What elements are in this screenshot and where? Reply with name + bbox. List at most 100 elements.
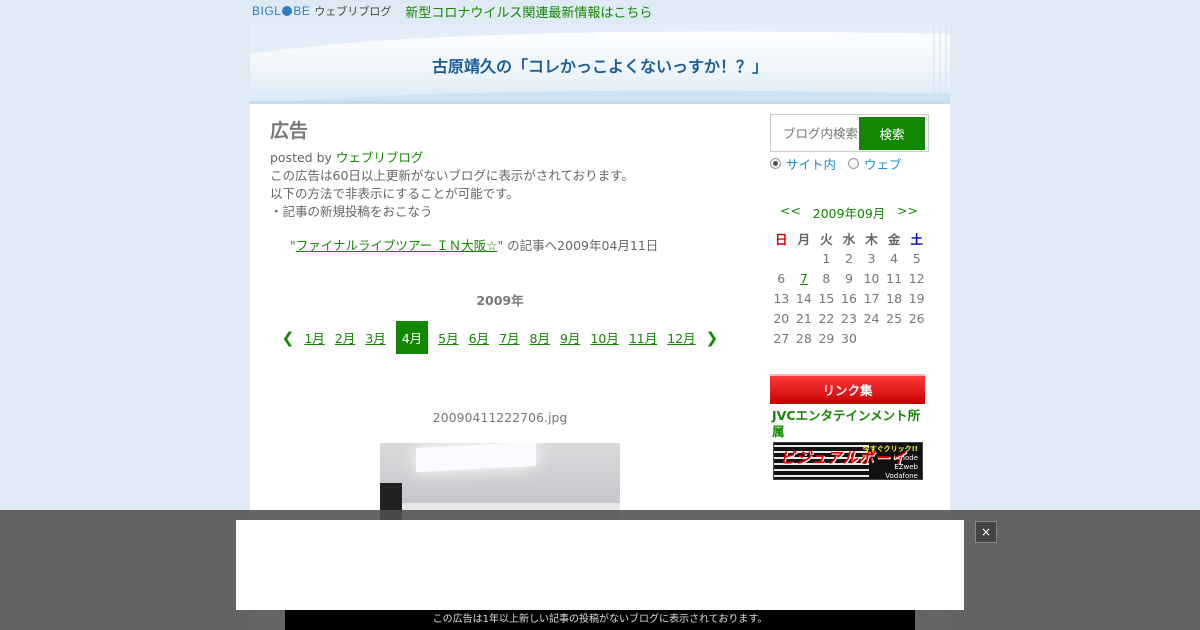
calendar-day: 9 [844, 270, 853, 286]
calendar-day: 12 [908, 270, 925, 286]
calendar-day: 1 [822, 250, 831, 266]
visual-boy-banner[interactable]: ビジュアルボーイ 今すぐクリック!! i-mode EZweb Vodafone [773, 442, 923, 480]
calendar-day: 11 [886, 270, 903, 286]
calendar-day: 6 [777, 270, 786, 286]
calendar-day: 30 [841, 330, 857, 346]
scope-site-label[interactable]: サイト内 [786, 154, 836, 173]
month-link[interactable]: 3月 [365, 328, 385, 347]
calendar-day-link[interactable]: 7 [800, 271, 808, 286]
month-link[interactable]: 2月 [335, 328, 355, 347]
calendar-week: 1 2 3 4 5 [770, 248, 928, 268]
notice-line-1: この広告は60日以上更新がないブログに表示がされております。 [270, 168, 634, 183]
calendar-day: 23 [841, 310, 857, 326]
calendar-day: 27 [773, 330, 790, 346]
globe-icon [282, 6, 293, 16]
blog-title[interactable]: 古原靖久の「コレかっこよくないっすか！？」 [250, 53, 950, 77]
banner-ezweb: EZweb [894, 463, 918, 471]
calendar-day: 24 [863, 310, 880, 326]
banner-vodafone: Vodafone [885, 472, 918, 480]
calendar-day: 4 [890, 250, 899, 266]
close-icon[interactable]: × [975, 521, 997, 543]
weekday-sat: 土 [910, 231, 923, 247]
ad-overlay: × この広告は1年以上新しい記事の投稿がないブログに表示されております。 [0, 510, 1200, 630]
calendar-day: 2 [844, 250, 853, 266]
links-item[interactable]: JVCエンタテインメント所属 [770, 408, 930, 440]
blog-header: 古原靖久の「コレかっこよくないっすか！？」 [250, 24, 950, 104]
posted-by-prefix: posted by [270, 150, 332, 165]
scope-web-label[interactable]: ウェブ [864, 154, 902, 173]
notice-line-2: 以下の方法で非表示にすることが可能です。 [270, 186, 519, 201]
calendar-grid: 日 月 火 水 木 金 土 1 2 3 4 5 6 7 8 9 10 11 12… [770, 228, 928, 348]
month-link[interactable]: 8月 [530, 328, 550, 347]
calendar-weekday-row: 日 月 火 水 木 金 土 [770, 228, 928, 248]
ad-slot[interactable] [236, 520, 964, 610]
calendar-day: 16 [841, 290, 857, 306]
calendar-day: 14 [795, 290, 812, 306]
article-reference: "ファイナルライブツアー ＩＮ大阪☆" の記事へ2009年04月11日 [290, 235, 730, 254]
article-date: " の記事へ2009年04月11日 [497, 238, 659, 253]
post-title: 広告 [270, 120, 309, 142]
calendar-day: 29 [818, 330, 835, 346]
month-link[interactable]: 11月 [629, 328, 657, 347]
calendar-day: 22 [818, 310, 835, 326]
notice-line-3: ・記事の新規投稿をおこなう [270, 204, 433, 219]
month-link[interactable]: 1月 [304, 328, 324, 347]
calendar-day: 8 [822, 270, 831, 286]
banner-right-text: 今すぐクリック!! i-mode EZweb Vodafone [862, 445, 918, 480]
image-filename: 20090411222706.jpg [432, 410, 568, 425]
calendar-day: 15 [818, 290, 835, 306]
calendar-day: 25 [886, 310, 903, 326]
calendar-day: 19 [908, 290, 925, 306]
calendar-week: 27 28 29 30 [770, 328, 928, 348]
posted-by-link[interactable]: ウェブリブログ [336, 150, 424, 165]
calendar-day [883, 328, 906, 348]
article-link[interactable]: ファイナルライブツアー ＩＮ大阪☆ [296, 238, 498, 253]
calendar-day: 5 [912, 250, 921, 266]
calendar-day: 17 [863, 290, 880, 306]
search-input[interactable] [773, 118, 859, 148]
main-content: 広告 posted by ウェブリブログ この広告は60日以上更新がないブログに… [270, 116, 730, 543]
calendar-prev[interactable]: << [780, 203, 801, 222]
month-link[interactable]: 6月 [469, 328, 489, 347]
month-link[interactable]: 5月 [438, 328, 458, 347]
biglobe-logo[interactable]: BIGL BE ウェブリブログ [252, 3, 391, 19]
weekday: 水 [842, 231, 856, 247]
scope-web-radio[interactable] [848, 158, 860, 169]
calendar-day [905, 328, 928, 348]
blog-search: 検索 [770, 114, 929, 152]
scope-site-radio[interactable] [770, 158, 781, 169]
search-button[interactable]: 検索 [859, 116, 925, 150]
archive-year: 2009年 [476, 293, 524, 308]
weekday: 木 [865, 231, 878, 247]
calendar-week: 6 7 8 9 10 11 12 [770, 268, 928, 288]
calendar-day-linked: 7 [793, 268, 816, 288]
weekday: 月 [797, 231, 811, 247]
calendar-week: 13 14 15 16 17 18 19 [770, 288, 928, 308]
month-link[interactable]: 7月 [499, 328, 519, 347]
top-bar: BIGL BE ウェブリブログ 新型コロナウイルス関連最新情報はこちら [252, 0, 952, 22]
calendar-month[interactable]: 2009年09月 [813, 203, 886, 222]
calendar-nav: << 2009年09月 >> [770, 203, 930, 222]
logo-text-a: BIGL [252, 4, 282, 18]
calendar: << 2009年09月 >> 日 月 火 水 木 金 土 1 2 3 4 5 6… [770, 203, 930, 348]
covid-news-link[interactable]: 新型コロナウイルス関連最新情報はこちら [405, 2, 652, 21]
logo-subtitle: ウェブリブログ [314, 6, 392, 18]
calendar-day: 18 [886, 290, 903, 306]
photo-ceiling-light [416, 443, 536, 473]
month-link[interactable]: 9月 [560, 328, 580, 347]
calendar-day: 10 [863, 270, 880, 286]
calendar-week: 20 21 22 23 24 25 26 [770, 308, 928, 328]
next-month-arrow-icon[interactable]: ❯ [706, 329, 719, 347]
calendar-day: 20 [773, 310, 790, 326]
month-link[interactable]: 10月 [590, 328, 618, 347]
weekday: 火 [820, 231, 833, 247]
calendar-day: 26 [908, 310, 925, 326]
month-navigation: ❮ 1月 2月 3月 4月 5月 6月 7月 8月 9月 10月 11月 12月… [270, 321, 730, 354]
month-link[interactable]: 12月 [667, 328, 695, 347]
calendar-next[interactable]: >> [897, 203, 918, 222]
banner-click-text: 今すぐクリック!! [862, 445, 918, 453]
calendar-day: 3 [867, 250, 876, 266]
links-heading: リンク集 [770, 374, 925, 404]
prev-month-arrow-icon[interactable]: ❮ [282, 329, 295, 347]
calendar-day [860, 328, 883, 348]
